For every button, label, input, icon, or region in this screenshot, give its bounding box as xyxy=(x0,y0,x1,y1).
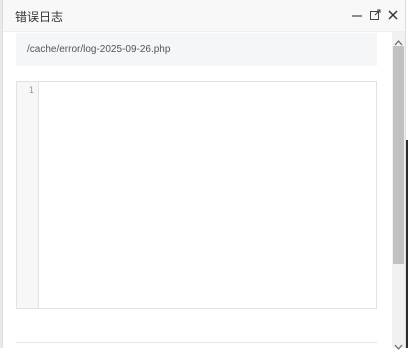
file-path-bar: /cache/error/log-2025-09-26.php xyxy=(16,33,377,66)
file-path-text: /cache/error/log-2025-09-26.php xyxy=(27,44,171,55)
vertical-scrollbar[interactable] xyxy=(392,32,405,350)
scrollbar-thumb[interactable] xyxy=(393,46,404,264)
dialog-content: /cache/error/log-2025-09-26.php 1 xyxy=(3,32,390,348)
maximize-icon[interactable] xyxy=(368,8,382,22)
dialog-title: 错误日志 xyxy=(15,10,64,24)
error-log-dialog: 错误日志 /cache/error/log-2025-09-26.php 1 xyxy=(2,0,406,350)
dialog-titlebar[interactable]: 错误日志 xyxy=(3,0,405,32)
minimize-icon[interactable] xyxy=(350,8,364,22)
line-number-gutter: 1 xyxy=(17,82,39,308)
bottom-divider xyxy=(16,342,377,343)
code-text-area[interactable] xyxy=(39,82,376,308)
line-number: 1 xyxy=(28,86,34,96)
scroll-up-arrow-icon[interactable] xyxy=(394,34,403,46)
scroll-down-arrow-icon[interactable] xyxy=(394,338,403,350)
code-editor[interactable]: 1 xyxy=(16,81,377,309)
close-icon[interactable] xyxy=(386,8,400,22)
